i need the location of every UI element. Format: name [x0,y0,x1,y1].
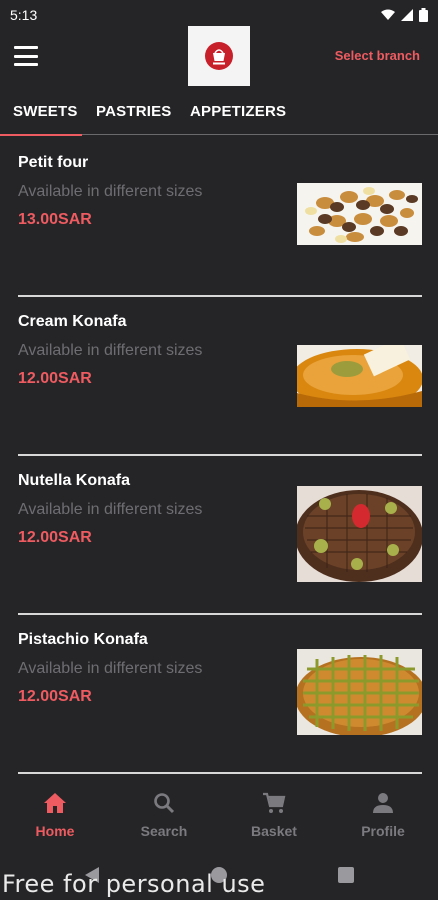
status-time: 5:13 [10,7,38,23]
basket-logo-icon [205,42,233,70]
product-list[interactable]: Petit four Available in different sizes … [0,138,438,778]
item-divider [18,772,422,774]
nav-basket[interactable]: Basket [224,792,324,839]
person-icon [373,793,393,813]
home-icon [44,793,66,813]
product-item-cream-konafa[interactable]: Cream Konafa Available in different size… [0,297,438,456]
cream-konafa-photo [297,345,422,407]
nav-search[interactable]: Search [114,792,214,839]
product-name: Nutella Konafa [18,472,131,489]
recents-icon[interactable] [338,867,354,883]
menu-icon[interactable] [14,46,38,66]
wifi-icon [381,9,395,20]
product-price: 12.00SAR [18,529,92,546]
tab-appetizers[interactable]: APPETIZERS [190,103,286,120]
nav-search-label: Search [140,823,188,839]
tab-sweets[interactable]: SWEETS [13,103,78,120]
active-tab-indicator [0,134,82,136]
nav-home[interactable]: Home [5,792,105,839]
product-description: Available in different sizes [18,501,203,518]
pistachio-konafa-photo [297,649,422,735]
store-logo[interactable] [188,26,250,86]
category-tabs: SWEETS PASTRIES APPETIZERS [0,96,438,138]
product-name: Petit four [18,154,89,171]
search-icon [154,793,175,814]
nav-profile-label: Profile [361,823,405,839]
tab-pastries[interactable]: PASTRIES [96,103,172,120]
product-price: 13.00SAR [18,211,92,228]
status-icons [381,8,428,22]
signal-icon [401,9,413,21]
product-name: Pistachio Konafa [18,631,148,648]
watermark: Free for personal use [2,870,266,898]
tabs-divider [82,134,438,135]
product-price: 12.00SAR [18,370,92,387]
nutella-konafa-photo [297,486,422,582]
product-item-petit-four[interactable]: Petit four Available in different sizes … [0,138,438,297]
product-item-nutella-konafa[interactable]: Nutella Konafa Available in different si… [0,456,438,615]
nav-basket-label: Basket [251,823,297,839]
nav-profile[interactable]: Profile [333,792,433,839]
product-description: Available in different sizes [18,342,203,359]
select-branch-button[interactable]: Select branch [335,48,420,63]
product-price: 12.00SAR [18,688,92,705]
bottom-navigation: Home Search Basket Profile [0,778,438,852]
product-name: Cream Konafa [18,313,127,330]
product-item-pistachio-konafa[interactable]: Pistachio Konafa Available in different … [0,615,438,774]
product-description: Available in different sizes [18,183,203,200]
battery-icon [419,8,428,22]
app-bar: Select branch [0,26,438,92]
product-description: Available in different sizes [18,660,203,677]
petit-four-photo [297,183,422,245]
cart-icon [263,792,286,813]
nav-home-label: Home [35,823,75,839]
